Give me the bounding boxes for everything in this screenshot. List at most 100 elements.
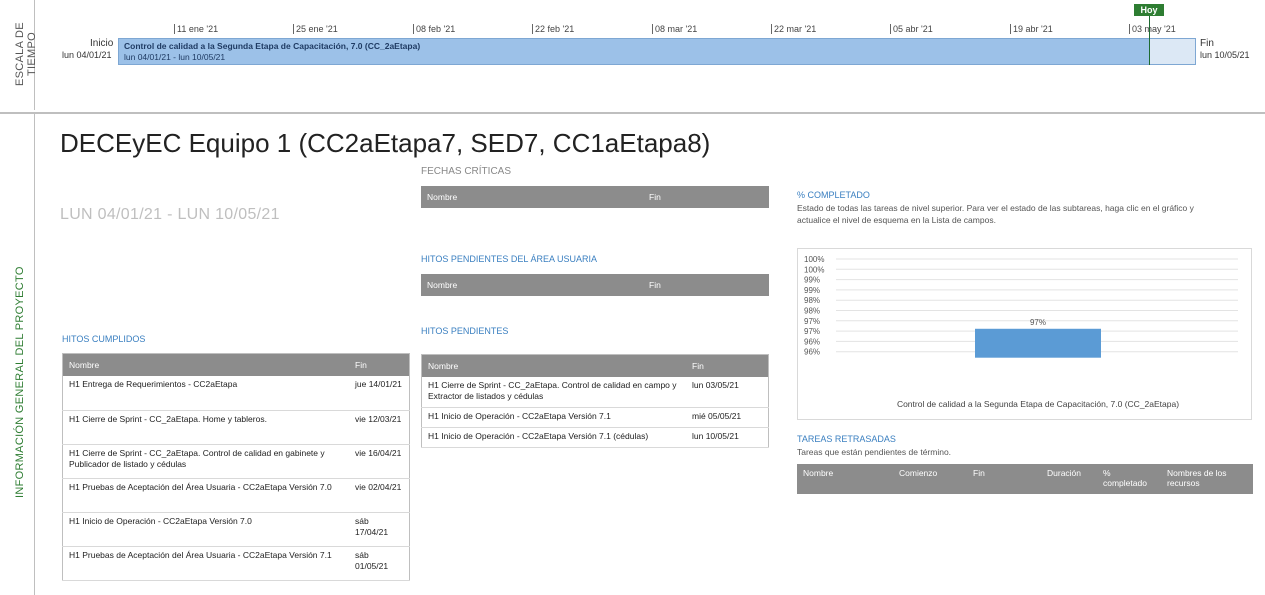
timeline-tick: 25 ene '21 [293,24,338,34]
table-row[interactable]: H1 Cierre de Sprint - CC_2aEtapa. Contro… [421,377,769,408]
table-row[interactable]: H1 Pruebas de Aceptación del Área Usuari… [62,546,410,581]
timeline-bar-title: Control de calidad a la Segunda Etapa de… [124,41,421,51]
chart-y-tick-label: 96% [804,337,820,346]
column-header: Fin [643,186,769,208]
project-date-range: LUN 04/01/21 - LUN 10/05/21 [60,206,280,223]
table-row[interactable]: H1 Entrega de Requerimientos - CC2aEtapa… [62,376,410,411]
timeline-end-date: lun 10/05/21 [1200,50,1250,60]
timeline-tick: 08 feb '21 [413,24,455,34]
chart-y-tick-label: 97% [804,317,820,326]
timeline-side-label-panel: ESCALA DE TIEMPO [8,0,38,110]
hitos-cumplidos-title: HITOS CUMPLIDOS [62,334,146,344]
page-title: DECEyEC Equipo 1 (CC2aEtapa7, SED7, CC1a… [60,128,711,158]
table-row[interactable]: H1 Inicio de Operación - CC2aEtapa Versi… [421,407,769,428]
column-header: Fin [643,274,769,296]
chart-bar[interactable] [975,328,1101,358]
timeline-tick: 22 feb '21 [532,24,574,34]
timeline-task-bar[interactable]: Control de calidad a la Segunda Etapa de… [118,38,1152,65]
table-header-row: Nombre Fin [421,186,769,208]
column-header: Duración [1041,464,1097,494]
column-header: Nombre [421,354,686,377]
hitos-pendientes-area-title: HITOS PENDIENTES DEL ÁREA USUARIA [421,254,598,264]
hitos-pendientes-area-table: Nombre Fin [421,274,769,296]
table-row[interactable]: H1 Pruebas de Aceptación del Área Usuari… [62,478,410,513]
today-marker: Hoy [1134,4,1164,16]
timeline-tick: 22 mar '21 [771,24,816,34]
table-header-row: Nombre Fin [421,274,769,296]
column-header: Nombres de los recursos [1161,464,1253,494]
chart-category-label: Control de calidad a la Segunda Etapa de… [897,399,1179,409]
hitos-cumplidos-table: Nombre Fin H1 Entrega de Requerimientos … [62,353,410,581]
timeline-end-label: Fin [1200,38,1214,49]
table-header-row: Nombre Fin [62,353,410,376]
table-header-row: Nombre Fin [421,354,769,377]
chart-y-tick-label: 96% [804,348,820,357]
column-header: Fin [349,353,410,376]
today-line [1149,11,1150,65]
chart-y-tick-label: 99% [804,286,820,295]
hitos-pendientes-title: HITOS PENDIENTES [421,326,509,336]
chart-svg: 100%100%99%99%98%98%97%97%96%96%97%Contr… [804,255,1238,409]
hitos-pendientes-table: Nombre Fin H1 Cierre de Sprint - CC_2aEt… [421,354,769,448]
column-header: Nombre [421,186,643,208]
table-row[interactable]: H1 Inicio de Operación - CC2aEtapa Versi… [62,512,410,547]
column-header: Nombre [62,353,349,376]
column-header: Nombre [797,464,893,494]
column-header: Fin [686,354,769,377]
timeline-bar-dates: lun 04/01/21 - lun 10/05/21 [124,52,226,62]
table-header-row: Nombre Comienzo Fin Duración % completad… [797,464,1253,494]
main-side-label-panel: INFORMACIÓN GENERAL DEL PROYECTO [8,112,35,595]
column-header: Nombre [421,274,643,296]
chart-y-tick-label: 99% [804,276,820,285]
tareas-retrasadas-table: Nombre Comienzo Fin Duración % completad… [797,464,1253,494]
milestone-name: H1 Inicio de Operación - CC2aEtapa Versi… [421,427,686,448]
timeline-tick: 19 abr '21 [1010,24,1053,34]
milestone-name: H1 Inicio de Operación - CC2aEtapa Versi… [421,407,686,428]
chart-data-label: 97% [1030,318,1046,327]
completado-description: Estado de todas las tareas de nivel supe… [797,203,1194,225]
milestone-name: H1 Cierre de Sprint - CC_2aEtapa. Contro… [62,444,349,479]
milestone-name: H1 Inicio de Operación - CC2aEtapa Versi… [62,512,349,547]
milestone-end: vie 02/04/21 [349,478,410,513]
milestone-end: sáb 17/04/21 [349,512,410,547]
milestone-end: lun 03/05/21 [686,377,769,408]
completado-title: % COMPLETADO [797,190,870,200]
fechas-criticas-table: Nombre Fin [421,186,769,208]
tareas-retrasadas-title: TAREAS RETRASADAS [797,434,896,444]
milestone-end: sáb 01/05/21 [349,546,410,581]
percent-complete-chart[interactable]: 100% 100% 99% 99% 98% 98% 97% 97% 96% 96% 97% Contr… [797,248,1252,420]
timeline-tick: 05 abr '21 [890,24,933,34]
table-row[interactable]: H1 Cierre de Sprint - CC_2aEtapa. Home y… [62,410,410,445]
chart-y-tick-label: 100% [804,265,824,274]
milestone-name: H1 Cierre de Sprint - CC_2aEtapa. Contro… [421,377,686,408]
milestone-end: mié 05/05/21 [686,407,769,428]
milestone-end: lun 10/05/21 [686,427,769,448]
tareas-retrasadas-description: Tareas que están pendientes de término. [797,447,952,457]
milestone-name: H1 Entrega de Requerimientos - CC2aEtapa [62,376,349,411]
milestone-end: vie 12/03/21 [349,410,410,445]
chart-y-tick-label: 98% [804,307,820,316]
column-header: Fin [967,464,1041,494]
timeline-side-label: ESCALA DE TIEMPO [14,22,38,86]
fechas-criticas-title: FECHAS CRÍTICAS [421,166,512,177]
chart-y-tick-label: 98% [804,296,820,305]
milestone-name: H1 Pruebas de Aceptación del Área Usuari… [62,478,349,513]
chart-y-tick-label: 97% [804,327,820,336]
timeline-bar-remaining [1150,38,1196,65]
timeline-tick: 03 may '21 [1129,24,1176,34]
chart-y-tick-label: 100% [804,255,824,264]
timeline-tick: 11 ene '21 [174,24,218,34]
timeline-panel: ESCALA DE TIEMPO Inicio lun 04/01/21 11 … [0,0,1265,114]
timeline-start-label: Inicio [90,38,114,49]
main-side-label: INFORMACIÓN GENERAL DEL PROYECTO [14,266,26,498]
milestone-end: vie 16/04/21 [349,444,410,479]
timeline-start-date: lun 04/01/21 [62,50,112,60]
column-header: % completado [1097,464,1161,494]
table-row[interactable]: H1 Cierre de Sprint - CC_2aEtapa. Contro… [62,444,410,479]
timeline-tick: 08 mar '21 [652,24,697,34]
table-row[interactable]: H1 Inicio de Operación - CC2aEtapa Versi… [421,427,769,448]
milestone-end: jue 14/01/21 [349,376,410,411]
column-header: Comienzo [893,464,967,494]
milestone-name: H1 Cierre de Sprint - CC_2aEtapa. Home y… [62,410,349,445]
milestone-name: H1 Pruebas de Aceptación del Área Usuari… [62,546,349,581]
